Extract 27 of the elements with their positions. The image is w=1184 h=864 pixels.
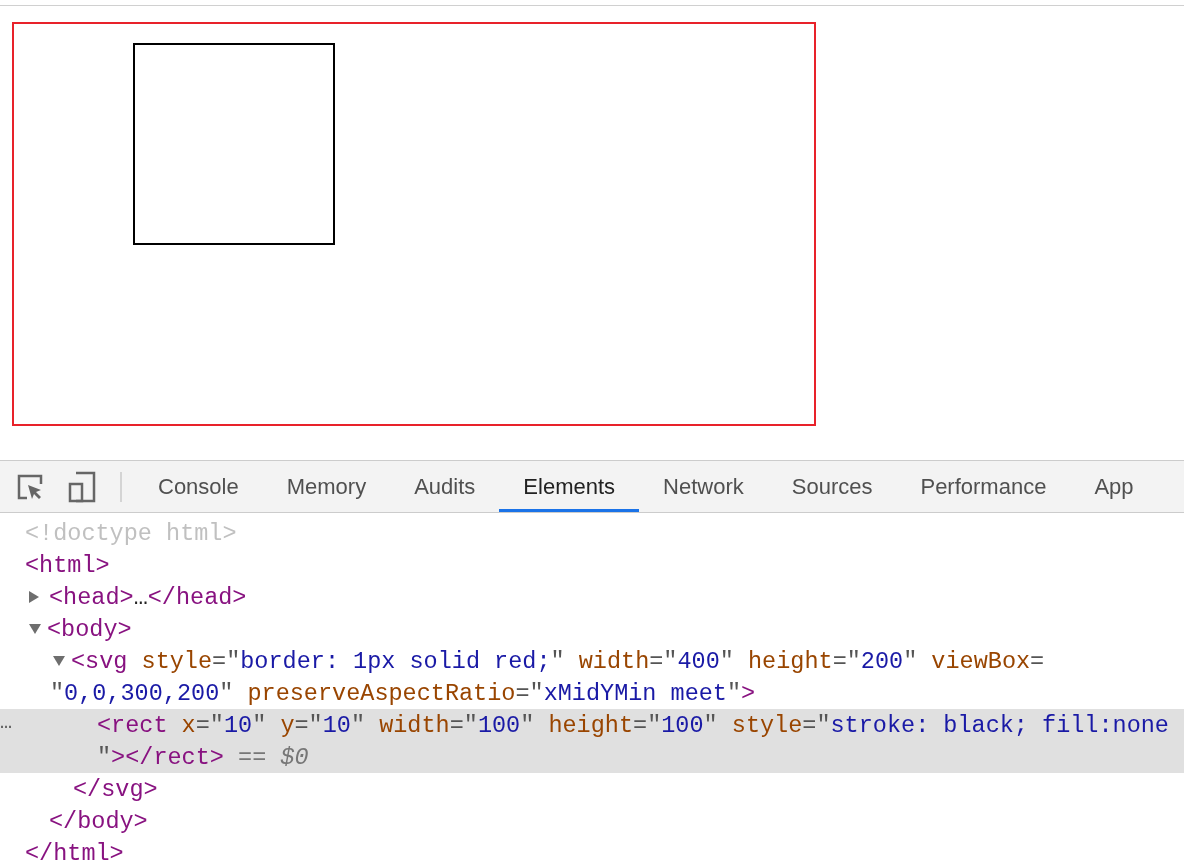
- panel-tab[interactable]: Memory: [262, 461, 391, 512]
- code-line: </svg>: [73, 775, 158, 803]
- code-line: </html>: [25, 839, 124, 864]
- panel-tab[interactable]: Sources: [767, 461, 897, 512]
- code-line: <head>…</head>: [49, 583, 247, 611]
- panel-tab[interactable]: Console: [134, 461, 263, 512]
- panel-tab[interactable]: Elements: [499, 461, 640, 512]
- collapse-triangle-icon[interactable]: [53, 656, 65, 666]
- selected-row[interactable]: … <rect x="10" y="10" width="100" height="100" style="stroke: black; fill:none: [0, 709, 1184, 741]
- device-icon[interactable]: [68, 470, 96, 503]
- code-line: "0,0,300,200" preserveAspectRatio="xMidYMin meet">: [50, 679, 756, 707]
- panel-tab[interactable]: Performance: [896, 461, 1071, 512]
- code-line: </body>: [49, 807, 148, 835]
- code-line: <html>: [25, 551, 110, 579]
- selected-row[interactable]: "></rect> == $0: [0, 741, 1184, 773]
- code-line: <rect x="10" y="10" width="100" height="100" style="stroke: black; fill:none: [97, 711, 1169, 739]
- code-line: <body>: [47, 615, 132, 643]
- expand-triangle-icon[interactable]: [29, 591, 39, 603]
- inspect-icon[interactable]: [16, 472, 44, 501]
- panel-tab[interactable]: Network: [639, 461, 768, 512]
- code-line: <!doctype html>: [25, 519, 237, 547]
- panel-tab[interactable]: Audits: [390, 461, 500, 512]
- collapse-triangle-icon[interactable]: [29, 624, 41, 634]
- code-line: "></rect> == $0: [97, 743, 309, 771]
- panel-tab[interactable]: App: [1070, 461, 1158, 512]
- code-line: <svg style="border: 1px solid red;" width="400" height="200" viewBox=: [71, 647, 1045, 675]
- more-actions[interactable]: …: [0, 711, 12, 734]
